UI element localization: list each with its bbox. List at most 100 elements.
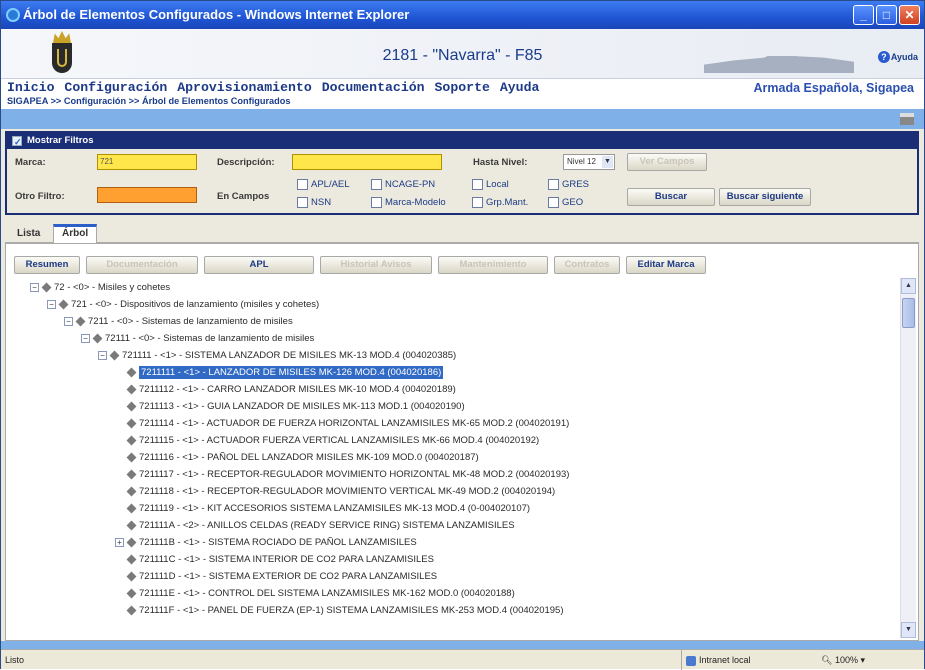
security-zone: Intranet local [681,650,751,670]
help-link[interactable]: ? Ayuda [877,51,918,63]
tree-node[interactable]: 7211112 - <1> - CARRO LANZADOR MISILES M… [115,382,456,398]
tree-node[interactable]: 7211113 - <1> - GUIA LANZADOR DE MISILES… [115,399,465,415]
node-diamond-icon [126,588,137,599]
tree-node-label[interactable]: 721111B - <1> - SISTEMA ROCIADO DE PAÑOL… [139,537,417,548]
show-filters-checkbox[interactable] [12,134,22,150]
tree-node-label[interactable]: 721111A - <2> - ANILLOS CELDAS (READY SE… [139,520,515,531]
tree-node[interactable]: 7211117 - <1> - RECEPTOR-REGULADOR MOVIM… [115,467,569,483]
node-diamond-icon [126,520,137,531]
node-diamond-icon [126,401,137,412]
tree-node-label[interactable]: 721111D - <1> - SISTEMA EXTERIOR DE CO2 … [139,571,437,582]
tree-node[interactable]: 721111F - <1> - PANEL DE FUERZA (EP-1) S… [115,603,564,619]
marca-label: Marca: [15,157,46,168]
title-bar: Árbol de Elementos Configurados - Window… [1,1,924,29]
tree-node[interactable]: 7211111 - <1> - LANZADOR DE MISILES MK-1… [115,365,445,381]
tree-node[interactable]: +721111B - <1> - SISTEMA ROCIADO DE PAÑO… [115,535,417,551]
show-filters-toggle[interactable]: Mostrar Filtros [7,133,917,150]
tree-node-label[interactable]: 7211111 - <1> - LANZADOR DE MISILES MK-1… [137,365,445,380]
maximize-button[interactable]: □ [876,5,897,25]
historial-avisos-button[interactable]: Historial Avisos [320,256,432,274]
menu-configuracion[interactable]: Configuración [64,80,167,95]
tree-node-label[interactable]: 7211114 - <1> - ACTUADOR DE FUERZA HORIZ… [139,418,569,429]
tree-node[interactable]: − 721 - <0> - Dispositivos de lanzamiento… [47,297,319,313]
collapse-icon[interactable]: − [64,316,73,326]
collapse-icon[interactable]: − [98,350,107,360]
help-icon: ? [877,51,890,63]
breadcrumb: SIGAPEA >> Configuración >> Árbol de Ele… [7,96,291,106]
buscar-button[interactable]: Buscar [627,188,715,206]
scroll-down-icon[interactable]: ▼ [901,622,916,638]
apl-button[interactable]: APL [204,256,314,274]
tree-node[interactable]: 721111E - <1> - CONTROL DEL SISTEMA LANZ… [115,586,515,602]
zoom-level[interactable]: 🔍︎ 100% ▾ [821,650,865,670]
tree-node[interactable]: 7211115 - <1> - ACTUADOR FUERZA VERTICAL… [115,433,539,449]
descripcion-input[interactable] [292,154,442,170]
tree-node[interactable]: − 72111 - <0> - Sistemas de lanzamiento d… [81,331,314,347]
hasta-nivel-label: Hasta Nivel: [473,157,528,168]
buscar-siguiente-button[interactable]: Buscar siguiente [719,188,811,206]
view-tabs: Lista Árbol [5,221,919,243]
ie-icon [6,8,20,22]
tree-node-label[interactable]: 7211116 - <1> - PAÑOL DEL LANZADOR MISIL… [139,452,479,463]
tree-node[interactable]: 721111D - <1> - SISTEMA EXTERIOR DE CO2 … [115,569,437,585]
scroll-up-icon[interactable]: ▲ [901,278,916,294]
menu-ayuda[interactable]: Ayuda [500,80,540,95]
tree-node-label[interactable]: 7211117 - <1> - RECEPTOR-REGULADOR MOVIM… [139,469,569,480]
tree-node[interactable]: 7211118 - <1> - RECEPTOR-REGULADOR MOVIM… [115,484,555,500]
menu-inicio[interactable]: Inicio [7,80,54,95]
menu-aprovisionamiento[interactable]: Aprovisionamiento [177,80,312,95]
node-diamond-icon [126,452,137,463]
tree-node[interactable]: − 721111 - <1> - SISTEMA LANZADOR DE MISI… [98,348,456,364]
tree-node[interactable]: 7211114 - <1> - ACTUADOR DE FUERZA HORIZ… [115,416,569,432]
collapse-icon[interactable]: − [47,299,56,309]
menu-soporte[interactable]: Soporte [435,80,490,95]
tree-node-label[interactable]: 7211112 - <1> - CARRO LANZADOR MISILES M… [139,384,456,395]
menu-documentacion[interactable]: Documentación [322,80,425,95]
close-button[interactable]: ✕ [899,5,920,25]
tree-node[interactable]: 721111A - <2> - ANILLOS CELDAS (READY SE… [115,518,515,534]
tab-arbol[interactable]: Árbol [53,224,98,243]
print-icon[interactable] [900,113,914,125]
ver-campos-button[interactable]: Ver Campos [627,153,707,171]
tree-node-label[interactable]: 721 - <0> - Dispositivos de lanzamiento … [71,299,319,310]
node-diamond-icon [126,486,137,497]
tree-node-label[interactable]: 7211118 - <1> - RECEPTOR-REGULADOR MOVIM… [139,486,555,497]
node-diamond-icon [126,605,137,616]
tree-node-label[interactable]: 72111 - <0> - Sistemas de lanzamiento de… [105,333,314,344]
nivel-select[interactable]: Nivel 12 ▼ [563,154,615,170]
contratos-button[interactable]: Contratos [554,256,620,274]
vertical-scrollbar[interactable]: ▲ ▼ [900,278,916,638]
tab-lista[interactable]: Lista [9,224,48,243]
resumen-button[interactable]: Resumen [14,256,80,274]
tree-node[interactable]: 7211116 - <1> - PAÑOL DEL LANZADOR MISIL… [115,450,479,466]
tree-node-label[interactable]: 721111C - <1> - SISTEMA INTERIOR DE CO2 … [139,554,434,565]
tree-node[interactable]: 7211119 - <1> - KIT ACCESORIOS SISTEMA L… [115,501,530,517]
collapse-icon[interactable]: − [81,333,90,343]
scroll-thumb[interactable] [902,298,915,328]
node-diamond-icon [126,469,137,480]
otro-filtro-input[interactable] [97,187,197,203]
tree-node[interactable]: − 7211 - <0> - Sistemas de lanzamiento de… [64,314,293,330]
tree-node[interactable]: − 72 - <0> - Misiles y cohetes [30,280,170,296]
expand-icon[interactable]: + [115,537,124,547]
collapse-icon[interactable]: − [30,282,39,292]
documentacion-button[interactable]: Documentación [86,256,198,274]
tree-node-label[interactable]: 721111F - <1> - PANEL DE FUERZA (EP-1) S… [139,605,564,616]
chevron-down-icon: ▼ [602,156,613,168]
tree-panel: Resumen Documentación APL Historial Avis… [5,243,919,641]
tree-node-label[interactable]: 721111E - <1> - CONTROL DEL SISTEMA LANZ… [139,588,515,599]
tree-node-label[interactable]: 72 - <0> - Misiles y cohetes [54,282,170,293]
marca-input[interactable]: 721 [97,154,197,170]
tree-node-label[interactable]: 7211119 - <1> - KIT ACCESORIOS SISTEMA L… [139,503,530,514]
editar-marca-button[interactable]: Editar Marca [626,256,706,274]
minimize-button[interactable]: _ [853,5,874,25]
tree-toolbar: Resumen Documentación APL Historial Avis… [14,256,894,278]
tree-node-label[interactable]: 721111 - <1> - SISTEMA LANZADOR DE MISIL… [122,350,456,361]
tree-node-label[interactable]: 7211113 - <1> - GUIA LANZADOR DE MISILES… [139,401,465,412]
tree-node[interactable]: 721111C - <1> - SISTEMA INTERIOR DE CO2 … [115,552,434,568]
node-diamond-icon [126,571,137,582]
mantenimiento-button[interactable]: Mantenimiento [438,256,548,274]
tree-node-label[interactable]: 7211115 - <1> - ACTUADOR FUERZA VERTICAL… [139,435,539,446]
window-title: Árbol de Elementos Configurados - Window… [23,7,410,22]
tree-node-label[interactable]: 7211 - <0> - Sistemas de lanzamiento de … [88,316,293,327]
